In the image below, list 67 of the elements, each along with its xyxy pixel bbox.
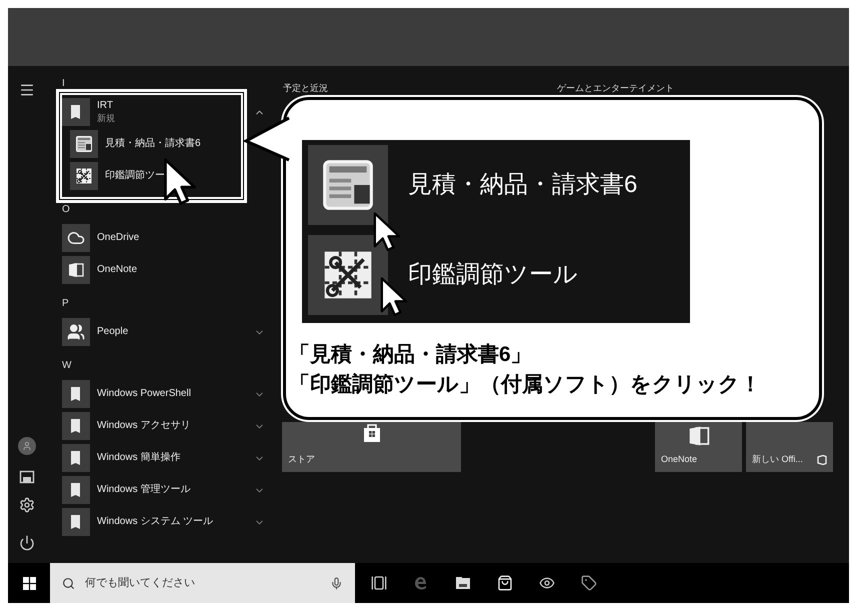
app-list-item[interactable]: Windows 簡単操作 — [46, 442, 275, 474]
file-explorer-icon[interactable] — [455, 575, 471, 591]
app-name: 印鑑調節ツー — [105, 170, 166, 182]
letter-header[interactable]: I — [62, 76, 65, 91]
cursor-icon — [163, 158, 197, 206]
windows-logo-icon — [22, 576, 36, 590]
cloud-icon — [67, 229, 85, 247]
app-list-item[interactable]: OneNote — [46, 254, 275, 286]
app-name: IRT — [97, 100, 114, 112]
app-list-item[interactable]: OneDrive — [46, 222, 275, 254]
start-tile[interactable]: ストア — [282, 422, 461, 472]
people-icon — [67, 323, 85, 341]
office-icon — [817, 454, 827, 465]
app-list-item[interactable]: Windows PowerShell — [46, 378, 275, 410]
letter-header[interactable]: O — [62, 202, 70, 217]
app-name: 見積・納品・請求書6 — [105, 138, 202, 150]
app-name: OneDrive — [97, 232, 140, 244]
app-list-item[interactable]: 印鑑調節ツー — [46, 160, 275, 192]
tile-group-header: ゲームとエンターテイメント — [557, 82, 674, 95]
app-list-item[interactable]: Windows 管理ツール — [46, 474, 275, 506]
file-explorer-icon[interactable] — [19, 469, 35, 485]
eye-icon[interactable] — [539, 575, 555, 591]
app-list-item[interactable]: People — [46, 316, 275, 348]
store-bag-icon — [362, 424, 380, 442]
app-list-item[interactable]: Windows アクセサリ — [46, 410, 275, 442]
instruction-text: 「見積・納品・請求書6」 — [289, 343, 533, 367]
app-name: People — [97, 326, 130, 338]
task-view-icon[interactable] — [371, 575, 387, 591]
document-icon — [320, 157, 376, 213]
browser-icon[interactable] — [413, 575, 429, 591]
tile-label: 新しい Offi... — [752, 453, 803, 466]
document-icon — [75, 135, 93, 153]
app-name: OneNote — [97, 264, 138, 276]
app-name: Windows PowerShell — [97, 388, 192, 400]
user-icon — [22, 441, 32, 451]
search-icon — [62, 576, 75, 590]
letter-header[interactable]: W — [62, 358, 72, 373]
tile-label: OneNote — [661, 453, 698, 466]
start-tile[interactable]: OneNote — [655, 422, 742, 472]
user-avatar[interactable] — [18, 437, 36, 455]
tile-group-header: 予定と近況 — [282, 82, 329, 95]
grid-tool-icon — [75, 167, 93, 185]
settings-icon[interactable] — [19, 497, 35, 513]
notebook-icon — [67, 261, 85, 279]
app-list-item[interactable]: Windows システム ツール — [46, 506, 275, 538]
power-icon[interactable] — [19, 535, 35, 551]
store-icon[interactable] — [497, 575, 513, 591]
app-name: Windows 簡単操作 — [97, 452, 182, 464]
microphone-icon[interactable] — [330, 576, 343, 590]
search-field[interactable]: 何でも聞いてください — [50, 563, 355, 603]
tile-label: ストア — [288, 453, 315, 466]
app-name: Windows アクセサリ — [97, 420, 192, 432]
zoomed-app-name: 印鑑調節ツール — [408, 260, 578, 290]
app-subtitle: 新規 — [97, 112, 116, 124]
app-name: Windows システム ツール — [97, 516, 214, 528]
tag-icon[interactable] — [581, 575, 597, 591]
search-input[interactable]: 何でも聞いてください — [85, 574, 330, 592]
start-tile[interactable]: 新しい Offi... — [746, 422, 833, 472]
app-name: Windows 管理ツール — [97, 484, 192, 496]
menu-icon[interactable] — [19, 82, 35, 98]
cursor-icon — [380, 277, 408, 317]
letter-header[interactable]: P — [62, 296, 69, 311]
notebook-icon — [686, 424, 710, 448]
app-list-item[interactable]: IRT 新規 — [46, 96, 275, 128]
cursor-icon — [373, 212, 401, 252]
zoomed-app-name: 見積・納品・請求書6 — [408, 170, 638, 200]
instruction-text: 「印鑑調節ツール」（付属ソフト）をクリック！ — [289, 373, 762, 397]
